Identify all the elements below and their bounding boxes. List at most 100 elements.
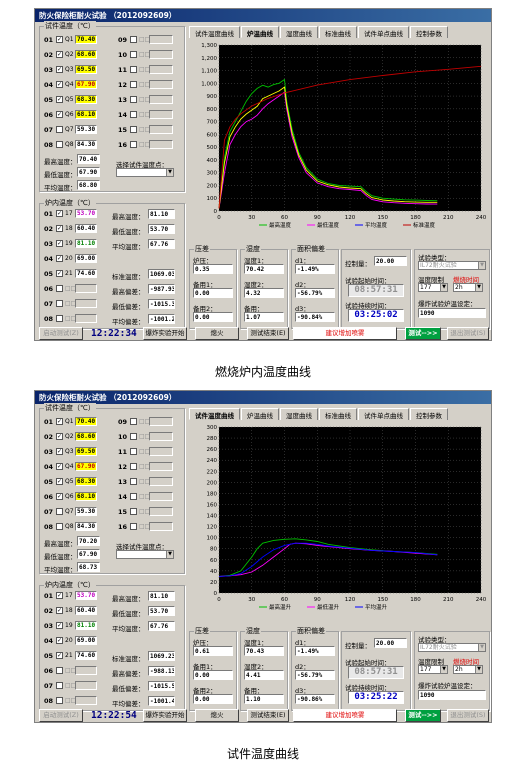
- end-test-button[interactable]: 测试结束(E): [247, 709, 289, 722]
- channel-checkbox[interactable]: ✓: [56, 111, 63, 118]
- start-test-button[interactable]: 启动测试(Z): [39, 327, 83, 340]
- tab-3[interactable]: 标准曲线: [319, 408, 357, 420]
- channel-checkbox[interactable]: ✓: [56, 240, 63, 247]
- extinguish-button[interactable]: 熄火: [195, 709, 239, 722]
- channel-checkbox[interactable]: [56, 508, 63, 515]
- explosion-start-button[interactable]: 爆炸实验开始: [143, 709, 187, 722]
- channel-checkbox[interactable]: [130, 111, 137, 118]
- channel-checkbox[interactable]: ✓: [56, 255, 63, 262]
- x-tick-label: 180: [410, 597, 421, 603]
- channel-checkbox[interactable]: ✓: [56, 36, 63, 43]
- burn-time-select[interactable]: 2h ▼: [453, 665, 483, 674]
- channel-value: [149, 110, 173, 119]
- channel-checkbox[interactable]: [130, 66, 137, 73]
- channel-checkbox[interactable]: ✓: [56, 493, 63, 500]
- furnace-channel-row: 03 ✓ 19 81.10: [44, 239, 97, 248]
- select-sample-dropdown[interactable]: ▼: [116, 168, 174, 177]
- channel-checkbox[interactable]: [130, 126, 137, 133]
- tab-1[interactable]: 炉温曲线: [241, 26, 279, 38]
- channel-checkbox[interactable]: [130, 51, 137, 58]
- test-type-select[interactable]: IL72耐火试验 ▼: [418, 643, 486, 652]
- channel-checkbox[interactable]: [130, 508, 137, 515]
- end-test-button[interactable]: 测试结束(E): [247, 327, 289, 340]
- explosion-start-button[interactable]: 爆炸实验开始: [143, 327, 187, 340]
- start-test-button[interactable]: 启动测试(Z): [39, 709, 83, 722]
- tab-2[interactable]: 湿度曲线: [280, 26, 318, 38]
- channel-checkbox[interactable]: [56, 315, 63, 322]
- channel-checkbox[interactable]: [130, 141, 137, 148]
- channel-checkbox[interactable]: ✓: [56, 622, 63, 629]
- tab-1[interactable]: 炉温曲线: [241, 408, 279, 420]
- tab-4[interactable]: 试件单点曲线: [358, 26, 409, 38]
- tab-5[interactable]: 控制参数: [410, 26, 448, 38]
- test-next-button[interactable]: 测试-->>: [405, 709, 441, 722]
- channel-checkbox[interactable]: [56, 285, 63, 292]
- exit-test-button[interactable]: 退出测试(S): [447, 709, 489, 722]
- channel-checkbox[interactable]: ✓: [56, 66, 63, 73]
- pressure-title: 压差: [194, 626, 210, 636]
- channel-checkbox[interactable]: ✓: [56, 225, 63, 232]
- furnace-temp-group-title: 炉内温度（℃）: [44, 580, 96, 590]
- channel-checkbox[interactable]: [130, 81, 137, 88]
- channel-checkbox[interactable]: [130, 96, 137, 103]
- channel-checkbox[interactable]: [130, 36, 137, 43]
- channel-checkbox[interactable]: [130, 433, 137, 440]
- channel-checkbox[interactable]: ✓: [56, 51, 63, 58]
- channel-checkbox[interactable]: [56, 697, 63, 704]
- tab-0[interactable]: 试件温度曲线: [189, 26, 240, 38]
- burn-setting-value: 1090: [418, 308, 486, 318]
- tab-bar: 试件温度曲线 炉温曲线 湿度曲线 标准曲线 试件单点曲线 控制参数: [189, 26, 449, 38]
- channel-checkbox[interactable]: ✓: [56, 433, 63, 440]
- tab-0[interactable]: 试件温度曲线: [189, 408, 240, 420]
- channel-checkbox[interactable]: [130, 418, 137, 425]
- std-label: 平均偏差：: [112, 700, 145, 708]
- channel-checkbox[interactable]: ✓: [56, 478, 63, 485]
- channel-checkbox[interactable]: [56, 300, 63, 307]
- channel-checkbox[interactable]: ✓: [56, 418, 63, 425]
- channel-checkbox[interactable]: ✓: [56, 652, 63, 659]
- channel-checkbox[interactable]: [130, 478, 137, 485]
- channel-checkbox[interactable]: [130, 448, 137, 455]
- tab-5[interactable]: 控制参数: [410, 408, 448, 420]
- channel-number: 15: [118, 125, 128, 134]
- channel-checkbox[interactable]: [56, 667, 63, 674]
- extinguish-button[interactable]: 熄火: [195, 327, 239, 340]
- channel-checkbox[interactable]: [130, 463, 137, 470]
- test-type-select[interactable]: IL72耐火试验 ▼: [418, 261, 486, 270]
- channel-checkbox[interactable]: [130, 493, 137, 500]
- furnace-channel-row: 01 ✓ 17 53.70: [44, 209, 97, 218]
- temp-limit-select[interactable]: 177 ▼: [418, 665, 448, 674]
- channel-checkbox[interactable]: ✓: [56, 592, 63, 599]
- channel-checkbox[interactable]: ✓: [56, 81, 63, 88]
- channel-value: 70.40: [75, 35, 97, 44]
- spare2-value: 0.00: [193, 694, 233, 704]
- channel-checkbox[interactable]: [56, 523, 63, 530]
- channel-checkbox[interactable]: ✓: [56, 607, 63, 614]
- sample-stat-label: 平均温度：: [44, 184, 77, 192]
- channel-checkbox[interactable]: ✓: [56, 463, 63, 470]
- exit-test-button[interactable]: 退出测试(S): [447, 327, 489, 340]
- burn-time-select[interactable]: 2h ▼: [453, 283, 483, 292]
- channel-checkbox[interactable]: ✓: [56, 448, 63, 455]
- furnace-channel-row: 06 □□: [44, 666, 97, 675]
- channel-checkbox[interactable]: [56, 126, 63, 133]
- test-next-button[interactable]: 测试-->>: [405, 327, 441, 340]
- channel-checkbox[interactable]: [56, 141, 63, 148]
- channel-number: 07: [44, 299, 54, 308]
- temp-limit-select[interactable]: 177 ▼: [418, 283, 448, 292]
- y-tick-label: 500: [207, 145, 218, 151]
- area-value: -56.79%: [295, 288, 335, 298]
- sample-channel-row-b: 13 □□: [118, 95, 173, 104]
- channel-checkbox[interactable]: [56, 682, 63, 689]
- tab-2[interactable]: 湿度曲线: [280, 408, 318, 420]
- channel-checkbox[interactable]: ✓: [56, 637, 63, 644]
- channel-value: [149, 417, 173, 426]
- channel-checkbox[interactable]: ✓: [56, 96, 63, 103]
- tab-3[interactable]: 标准曲线: [319, 26, 357, 38]
- channel-checkbox[interactable]: ✓: [56, 210, 63, 217]
- tab-4[interactable]: 试件单点曲线: [358, 408, 409, 420]
- y-tick-label: 160: [207, 502, 218, 508]
- channel-checkbox[interactable]: [130, 523, 137, 530]
- channel-checkbox[interactable]: ✓: [56, 270, 63, 277]
- select-sample-dropdown[interactable]: ▼: [116, 550, 174, 559]
